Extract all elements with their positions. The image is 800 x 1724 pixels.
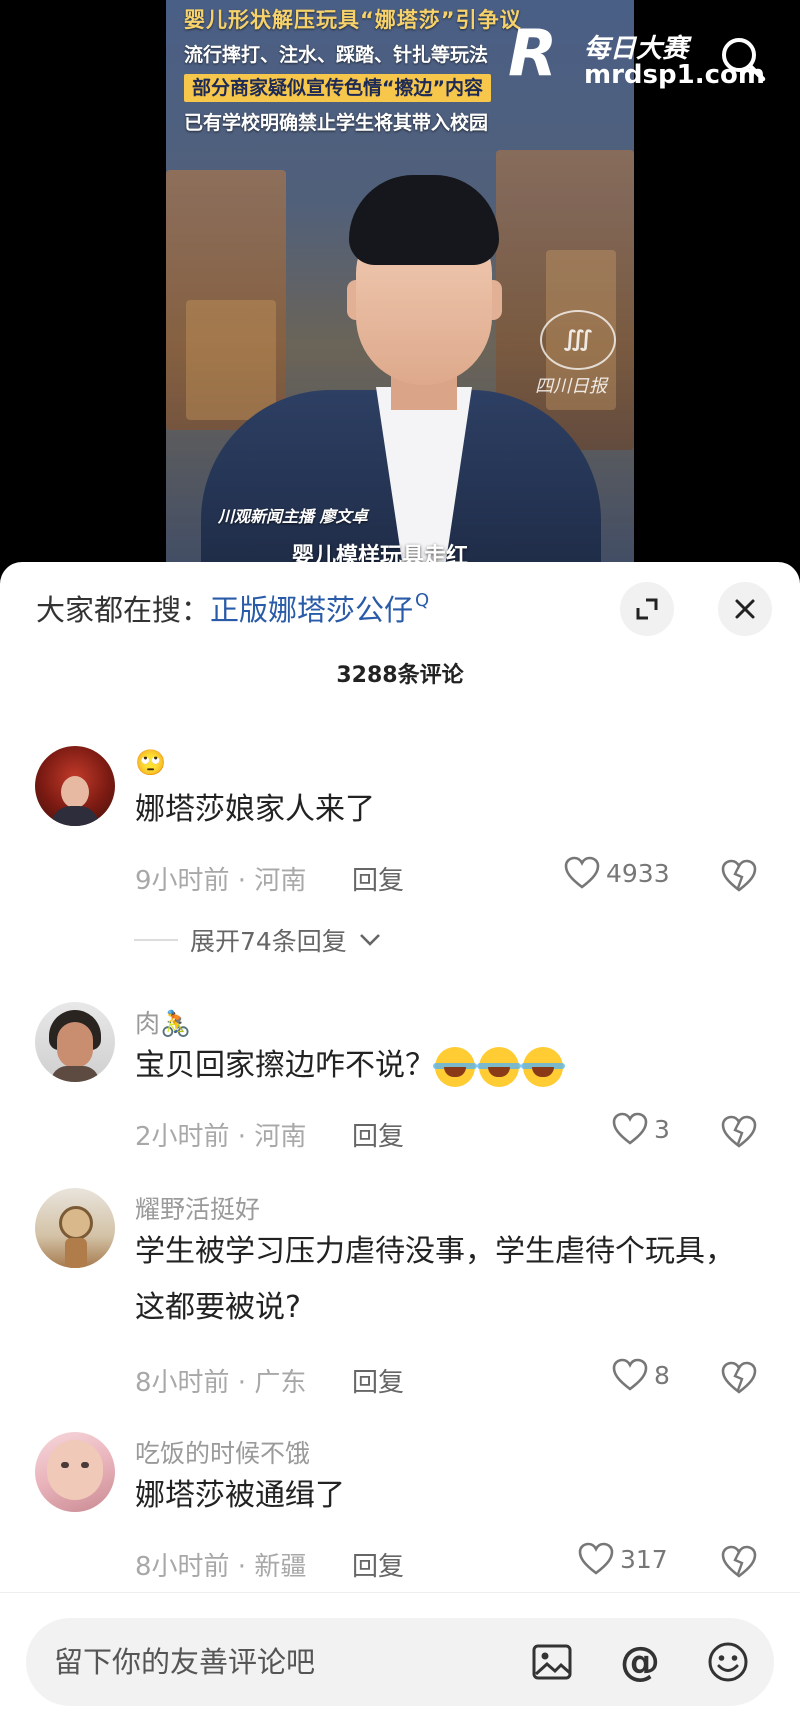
anchor-hair [349,175,499,265]
dislike-button[interactable] [720,858,758,894]
comment-sheet: 大家都在搜： 正版娜塔莎公仔 Q 3288条评论 🙄 娜塔莎娘家人来了 9小时前… [0,562,800,1724]
like-button[interactable]: 317 [578,1542,668,1576]
reply-button[interactable]: 回复 [352,860,404,897]
comment-text: 学生被学习压力虐待没事，学生虐待个玩具，这都要被说? [135,1234,735,1325]
comment-text-body: 宝贝回家擦边咋不说？ [135,1048,435,1083]
comment-count: 3288条评论 [336,663,464,688]
mention-button[interactable]: @ [618,1640,662,1684]
sichuan-daily-logo-icon: ∭ [540,310,616,370]
heart-icon [578,1542,614,1575]
anchor-name-label: 川观新闻主播 廖文卓 [218,507,368,526]
avatar[interactable] [35,1002,115,1082]
small-search-icon: Q [415,590,430,611]
like-button[interactable]: 4933 [564,856,670,890]
video-player[interactable]: 婴儿形状解压玩具“娜塔莎”引争议 流行摔打、注水、踩踏、针扎等玩法 部分商家疑似… [0,0,800,580]
comment-meta: 8小时前 · 新疆 [135,1552,307,1582]
avatar[interactable] [35,746,115,826]
reply-button[interactable]: 回复 [352,1362,404,1399]
trending-search-term[interactable]: 正版娜塔莎公仔 [210,587,413,629]
username[interactable]: 吃饭的时候不饿 [135,1434,310,1470]
close-icon [735,599,755,619]
headline-line4: 已有学校明确禁止学生将其带入校园 [184,112,489,134]
username[interactable]: 耀野活挺好 [135,1190,260,1226]
comment-text: 宝贝回家擦边咋不说？ [135,1038,755,1094]
like-button[interactable]: 8 [612,1358,670,1392]
expand-icon [636,598,658,620]
comment-meta: 9小时前 · 河南 [135,866,307,896]
like-count: 317 [620,1544,668,1574]
expand-replies[interactable]: 展开74条回复 [134,922,381,958]
watermark-logo: R [508,17,558,91]
headline-highlight: 部分商家疑似宣传色情“擦边”内容 [184,74,491,102]
trending-search[interactable]: 大家都在搜： 正版娜塔莎公仔 Q [36,588,429,628]
like-button[interactable]: 3 [612,1112,670,1146]
username[interactable]: 肉🚴 [135,1004,191,1040]
chevron-down-icon [359,934,380,946]
image-icon [532,1644,572,1680]
like-count: 8 [654,1360,670,1390]
search-icon[interactable] [718,34,768,84]
reply-button[interactable]: 回复 [352,1546,404,1583]
username[interactable]: 🙄 [135,748,166,778]
comment-text: 娜塔莎被通缉了 [135,1478,345,1513]
broken-heart-icon [721,1115,757,1148]
sichuan-daily-logo-text: 四川日报 [535,376,607,397]
close-button[interactable] [718,582,772,636]
comment-input-placeholder: 留下你的友善评论吧 [54,1645,316,1679]
reply-button[interactable]: 回复 [352,1116,404,1153]
broken-heart-icon [721,1361,757,1394]
expand-divider [134,939,178,941]
comment-input[interactable]: 留下你的友善评论吧 @ [26,1618,774,1706]
emoji-button[interactable] [706,1640,750,1684]
dislike-button[interactable] [720,1360,758,1396]
laughing-tears-emoji-icon [477,1046,521,1087]
avatar[interactable] [35,1432,115,1512]
broken-heart-icon [721,1545,757,1578]
laughing-tears-emoji-icon [521,1046,565,1087]
heart-icon [564,856,600,889]
dislike-button[interactable] [720,1544,758,1580]
comment-meta: 8小时前 · 广东 [135,1368,307,1398]
heart-icon [612,1358,648,1391]
avatar[interactable] [35,1188,115,1268]
laughing-tears-emoji-icon [433,1046,477,1087]
input-divider [0,1592,800,1593]
expand-replies-label: 展开74条回复 [190,927,347,956]
dislike-button[interactable] [720,1114,758,1150]
smiley-icon [708,1642,748,1682]
like-count: 3 [654,1114,670,1144]
trending-search-prefix: 大家都在搜： [36,593,211,627]
heart-icon [612,1112,648,1145]
broken-heart-icon [721,859,757,892]
comment-text: 娜塔莎娘家人来了 [135,792,375,827]
comment-meta: 2小时前 · 河南 [135,1122,307,1152]
fullscreen-comments-button[interactable] [620,582,674,636]
image-picker-button[interactable] [530,1640,574,1684]
like-count: 4933 [606,858,670,888]
